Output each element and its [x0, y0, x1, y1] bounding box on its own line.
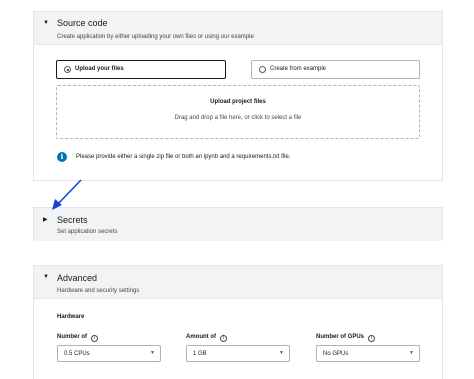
annotation-arrow-icon — [52, 179, 82, 210]
